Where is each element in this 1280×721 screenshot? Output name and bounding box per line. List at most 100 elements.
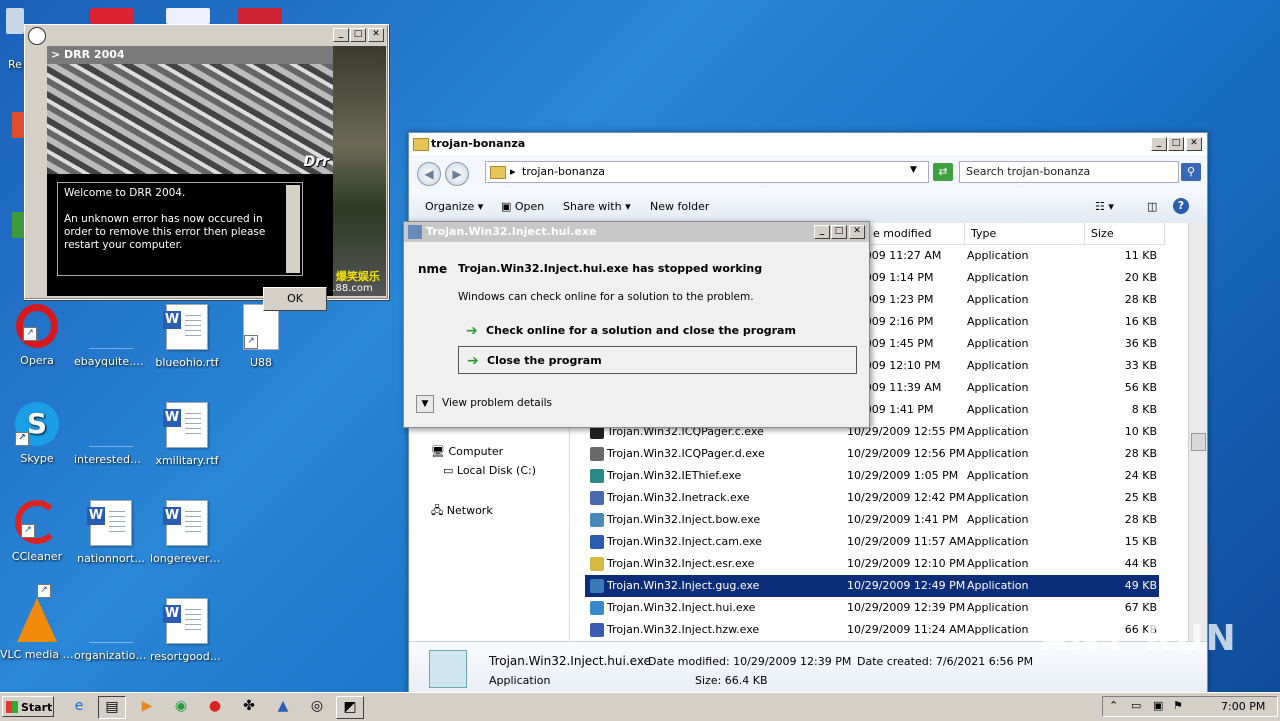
- error-titlebar[interactable]: Trojan.Win32.Inject.hui.exe _ □ ✕: [404, 222, 869, 242]
- network-tray-icon[interactable]: ▣: [1153, 699, 1163, 712]
- share-with-button[interactable]: Share with ▾: [563, 200, 631, 213]
- breadcrumb[interactable]: trojan-bonanza: [522, 165, 605, 178]
- file-name: Trojan.Win32.ICQPager.d.exe: [607, 447, 765, 460]
- nav-local-disk[interactable]: ▭ Local Disk (C:): [443, 464, 536, 477]
- drr-message-box[interactable]: Welcome to DRR 2004. An unknown error ha…: [57, 182, 303, 276]
- keyboard-icon[interactable]: ▭: [1131, 699, 1141, 712]
- column-date-modified[interactable]: e modified: [867, 223, 965, 245]
- recycle-bin-icon[interactable]: [6, 8, 24, 34]
- drr-ok-button[interactable]: OK: [263, 287, 327, 311]
- partial-top-icon-2[interactable]: [166, 8, 210, 24]
- file-row[interactable]: Trojan.Win32.ICQPager.d.exe 10/29/2009 12…: [585, 443, 1159, 465]
- new-folder-button[interactable]: New folder: [650, 200, 709, 213]
- file-row[interactable]: Trojan.Win32.Inject.hui.exe 10/29/2009 12…: [585, 597, 1159, 619]
- flag-icon[interactable]: ⚑: [1173, 699, 1183, 712]
- column-size[interactable]: Size: [1085, 223, 1165, 245]
- desktop-icon-vlc[interactable]: ↗ VLC media player: [0, 584, 74, 661]
- opera-taskbar-icon[interactable]: ●: [202, 696, 228, 717]
- file-row[interactable]: Trojan.Win32.IEThief.exe 10/29/2009 1:05 …: [585, 465, 1159, 487]
- desktop-icon-word[interactable]: resortgoods...: [150, 598, 224, 663]
- column-type[interactable]: Type: [965, 223, 1085, 245]
- clock[interactable]: 7:00 PM: [1221, 700, 1265, 713]
- desktop-icon-blank[interactable]: organization...: [74, 598, 148, 662]
- drr-message-line-1: Welcome to DRR 2004.: [64, 187, 186, 199]
- drr-taskbar-icon[interactable]: ✤: [236, 696, 262, 717]
- address-folder-icon: [490, 166, 506, 179]
- taskbar: Start e ▤ ▶ ◉ ● ✤ ▲ ◎ ◩ ⌃ ▭ ▣ ⚑ 7:00 PM: [0, 692, 1280, 721]
- open-button[interactable]: ▣ Open: [501, 200, 544, 213]
- desktop-icon-skype[interactable]: S ↗ Skype: [0, 402, 74, 465]
- partial-top-icon-3[interactable]: [238, 8, 282, 24]
- preview-pane-icon[interactable]: ◫: [1147, 200, 1157, 213]
- shortcut-arrow-icon: ↗: [37, 584, 51, 598]
- nav-computer[interactable]: 🖥 Computer: [431, 445, 503, 458]
- desktop-icon-word[interactable]: longerevery...: [150, 500, 224, 565]
- desktop-icon-word[interactable]: blueohio.rtf: [150, 304, 224, 369]
- file-row[interactable]: Trojan.Win32.Inetrack.exe 10/29/2009 12:4…: [585, 487, 1159, 509]
- organize-button[interactable]: Organize ▾: [425, 200, 483, 213]
- explorer-close-button[interactable]: ✕: [1186, 137, 1202, 151]
- drr-window[interactable]: _ □ ✕ 妖 爆笑娱乐 a188.com > DRR 2004 Drr Wel…: [24, 24, 389, 311]
- error-taskbar-icon[interactable]: ◩: [336, 696, 364, 719]
- file-row[interactable]: Trojan.Win32.Inject.gug.exe 10/29/2009 12…: [585, 575, 1159, 597]
- tray-expand-icon[interactable]: ⌃: [1109, 699, 1118, 712]
- error-maximize-button[interactable]: □: [831, 225, 847, 239]
- breadcrumb-arrow-icon[interactable]: ▸: [510, 165, 516, 178]
- forward-button[interactable]: ▶: [445, 162, 469, 186]
- minimize-button[interactable]: _: [333, 28, 349, 42]
- desktop-icon-opera[interactable]: ↗ Opera: [0, 304, 74, 367]
- error-close-button[interactable]: ✕: [849, 225, 865, 239]
- explorer-maximize-button[interactable]: □: [1168, 137, 1184, 151]
- close-button[interactable]: ✕: [368, 28, 384, 42]
- search-icon[interactable]: ⚲: [1181, 163, 1201, 181]
- ie-icon[interactable]: e: [66, 696, 92, 717]
- file-size: 56 KB: [1124, 381, 1157, 394]
- close-program-button[interactable]: ➔ Close the program: [458, 346, 857, 374]
- back-button[interactable]: ◀: [417, 162, 441, 186]
- partial-top-icon-1[interactable]: [90, 8, 134, 24]
- expand-details-icon[interactable]: ▼: [416, 395, 434, 413]
- desktop-icon-label: resortgoods...: [150, 650, 224, 663]
- vertical-scrollbar[interactable]: [1188, 223, 1207, 641]
- explorer-minimize-button[interactable]: _: [1151, 137, 1167, 151]
- help-icon[interactable]: ?: [1173, 198, 1189, 214]
- view-options-icon[interactable]: ☷ ▾: [1095, 200, 1114, 213]
- media-player-icon[interactable]: ▶: [134, 696, 160, 717]
- address-dropdown-icon[interactable]: ▼: [910, 165, 917, 175]
- file-row[interactable]: Trojan.Win32.Inject.cam.exe 10/29/2009 11…: [585, 531, 1159, 553]
- desktop-icon-word[interactable]: nationnort...: [74, 500, 148, 565]
- settings-taskbar-icon[interactable]: ◎: [304, 696, 330, 717]
- file-name: Trojan.Win32.Inetrack.exe: [607, 491, 750, 504]
- explorer-titlebar[interactable]: trojan-bonanza _ □ ✕: [409, 133, 1207, 155]
- partial-app-icon[interactable]: [12, 112, 24, 138]
- drr-titlebar[interactable]: _ □ ✕: [25, 25, 388, 45]
- explorer-taskbar-icon[interactable]: ▤: [98, 696, 126, 719]
- word-icon: [87, 500, 132, 546]
- app-taskbar-icon[interactable]: ▲: [270, 696, 296, 717]
- nav-network[interactable]: 🖧 Network: [431, 502, 493, 521]
- scroll-thumb[interactable]: [1191, 433, 1206, 451]
- view-problem-details[interactable]: View problem details: [442, 397, 552, 409]
- desktop-icon-ccleaner[interactable]: ↗ CCleaner: [0, 500, 74, 563]
- start-button[interactable]: Start: [2, 696, 54, 717]
- file-row[interactable]: Trojan.Win32.Inject.bow.exe 10/29/2009 1:…: [585, 509, 1159, 531]
- address-bar[interactable]: ▸ trojan-bonanza ▼: [485, 161, 929, 183]
- desktop-icon-word[interactable]: xmilitary.rtf: [150, 402, 224, 467]
- maximize-button[interactable]: □: [350, 28, 366, 42]
- file-type: Application: [967, 601, 1029, 614]
- file-size: 25 KB: [1124, 491, 1157, 504]
- desktop-icon-blank[interactable]: interestedm...: [74, 402, 148, 466]
- partial-app-icon-2[interactable]: [12, 212, 24, 238]
- error-minimize-button[interactable]: _: [814, 225, 830, 239]
- check-online-button[interactable]: ➔ Check online for a solution and close …: [458, 317, 857, 345]
- desktop-icon-blank[interactable]: ebayquite.png: [74, 304, 148, 368]
- file-size: 11 KB: [1124, 249, 1157, 262]
- file-row[interactable]: Trojan.Win32.Inject.esr.exe 10/29/2009 12…: [585, 553, 1159, 575]
- desktop-icon-doc[interactable]: ↗ U88: [224, 304, 298, 369]
- search-input[interactable]: Search trojan-bonanza: [959, 161, 1179, 183]
- chrome-icon[interactable]: ◉: [168, 696, 194, 717]
- error-dialog[interactable]: Trojan.Win32.Inject.hui.exe _ □ ✕ nme Tr…: [403, 221, 870, 428]
- refresh-icon[interactable]: ⇄: [933, 163, 953, 181]
- drr-message-scrollbar[interactable]: [286, 185, 300, 273]
- desktop-icon-label: longerevery...: [150, 552, 224, 565]
